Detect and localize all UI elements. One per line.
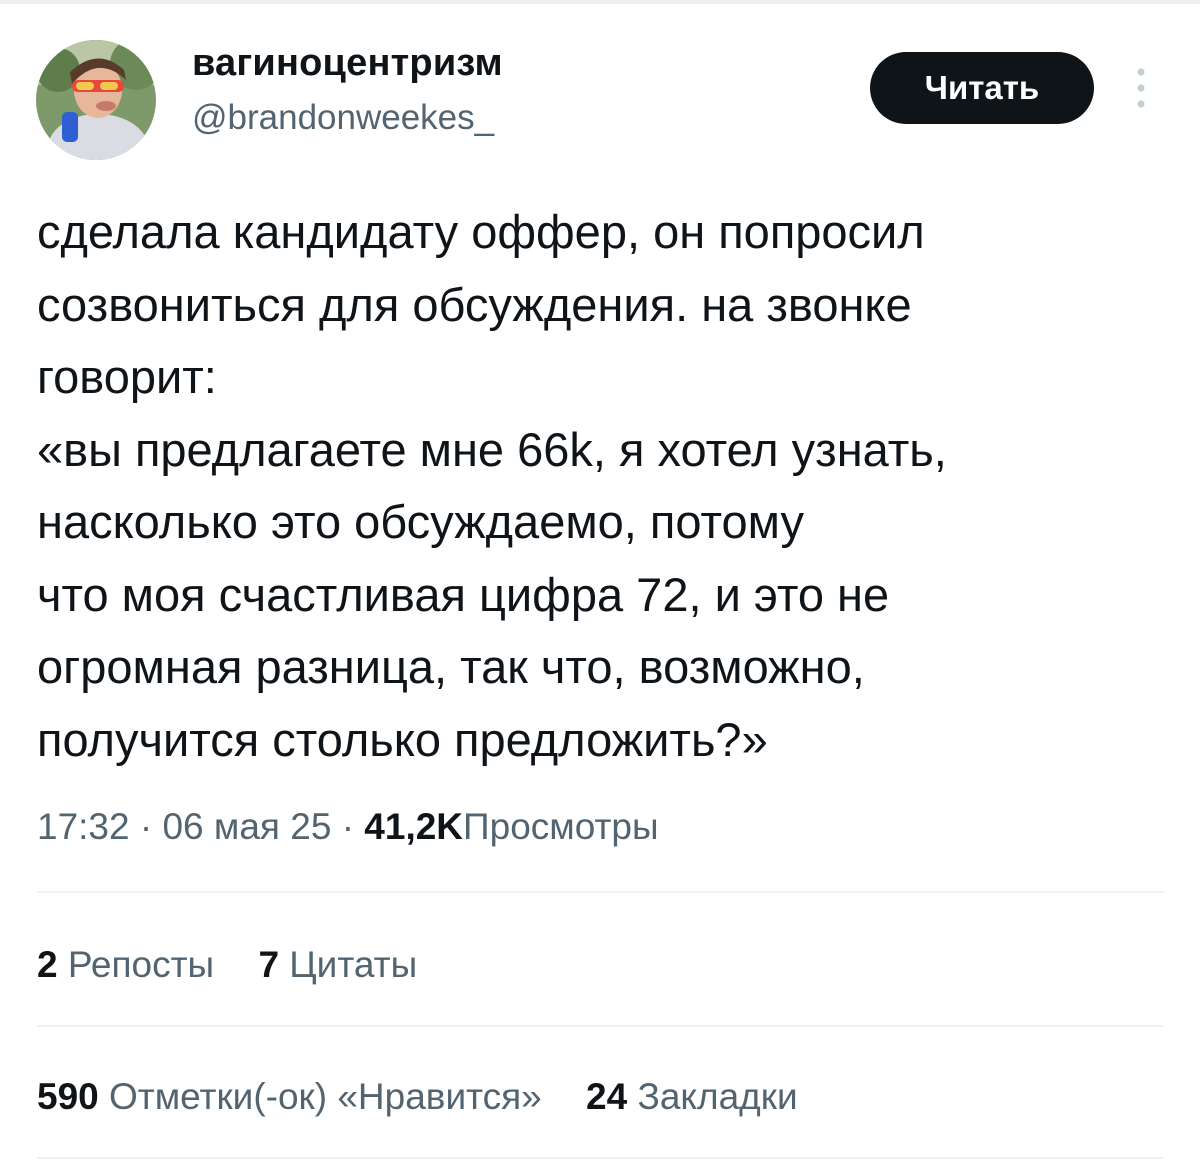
views-label: Просмотры: [463, 806, 659, 847]
reposts-stat[interactable]: 2 Репосты: [37, 944, 224, 985]
tweet-time[interactable]: 17:32: [37, 806, 130, 847]
quotes-label: Цитаты: [289, 944, 418, 985]
likes-count: 590: [37, 1076, 99, 1117]
reposts-count: 2: [37, 944, 58, 985]
stats-row-likes: 590 Отметки(-ок) «Нравится» 24 Закладки: [37, 1076, 832, 1118]
divider: [37, 1025, 1164, 1027]
tweet-text-line: огромная разница, так что, возможно,: [37, 640, 865, 693]
tweet-date[interactable]: 06 мая 25: [162, 806, 331, 847]
author-handle[interactable]: @brandonweekes_: [192, 98, 494, 138]
tweet-text-line: получится столько предложить?»: [37, 712, 768, 766]
avatar[interactable]: [36, 40, 156, 160]
meta-separator: ·: [139, 806, 153, 847]
quotes-stat[interactable]: 7 Цитаты: [258, 944, 417, 985]
tweet-meta: 17:32 · 06 мая 25 · 41,2KПросмотры: [37, 806, 659, 848]
tweet-text-line: говорит:: [37, 350, 217, 403]
bookmarks-label: Закладки: [637, 1076, 798, 1117]
top-border: [0, 0, 1200, 4]
tweet-text-line: созвониться для обсуждения. на звонке: [37, 277, 912, 331]
tweet-text-line: что моя счастливая цифра 72, и это не: [37, 567, 890, 621]
follow-button[interactable]: Читать: [870, 52, 1094, 124]
meta-separator: ·: [341, 806, 355, 847]
author-display-name[interactable]: вагиноцентризм: [192, 42, 503, 85]
reposts-label: Репосты: [67, 944, 215, 985]
tweet-text-line: «вы предлагаете мне 66k, я хотел узнать,: [37, 422, 947, 476]
quotes-count: 7: [258, 944, 280, 985]
likes-stat[interactable]: 590 Отметки(-ок) «Нравится»: [37, 1076, 552, 1117]
bookmarks-count: 24: [586, 1076, 628, 1117]
tweet-text-line: сделала кандидату оффер, он попросил: [37, 205, 925, 258]
stats-row-reposts: 2 Репосты 7 Цитаты: [37, 944, 451, 986]
views-count: 41,2K: [364, 806, 464, 847]
tweet-text: сделала кандидату оффер, он попросил соз…: [37, 196, 1177, 776]
bookmarks-stat[interactable]: 24 Закладки: [586, 1076, 798, 1117]
avatar-image: [36, 40, 156, 160]
divider: [37, 1157, 1164, 1159]
more-vertical-icon[interactable]: [1126, 62, 1156, 114]
divider: [37, 891, 1164, 893]
likes-label: Отметки(-ок) «Нравится»: [109, 1076, 542, 1117]
tweet-text-line: насколько это обсуждаемо, потому: [37, 495, 804, 548]
